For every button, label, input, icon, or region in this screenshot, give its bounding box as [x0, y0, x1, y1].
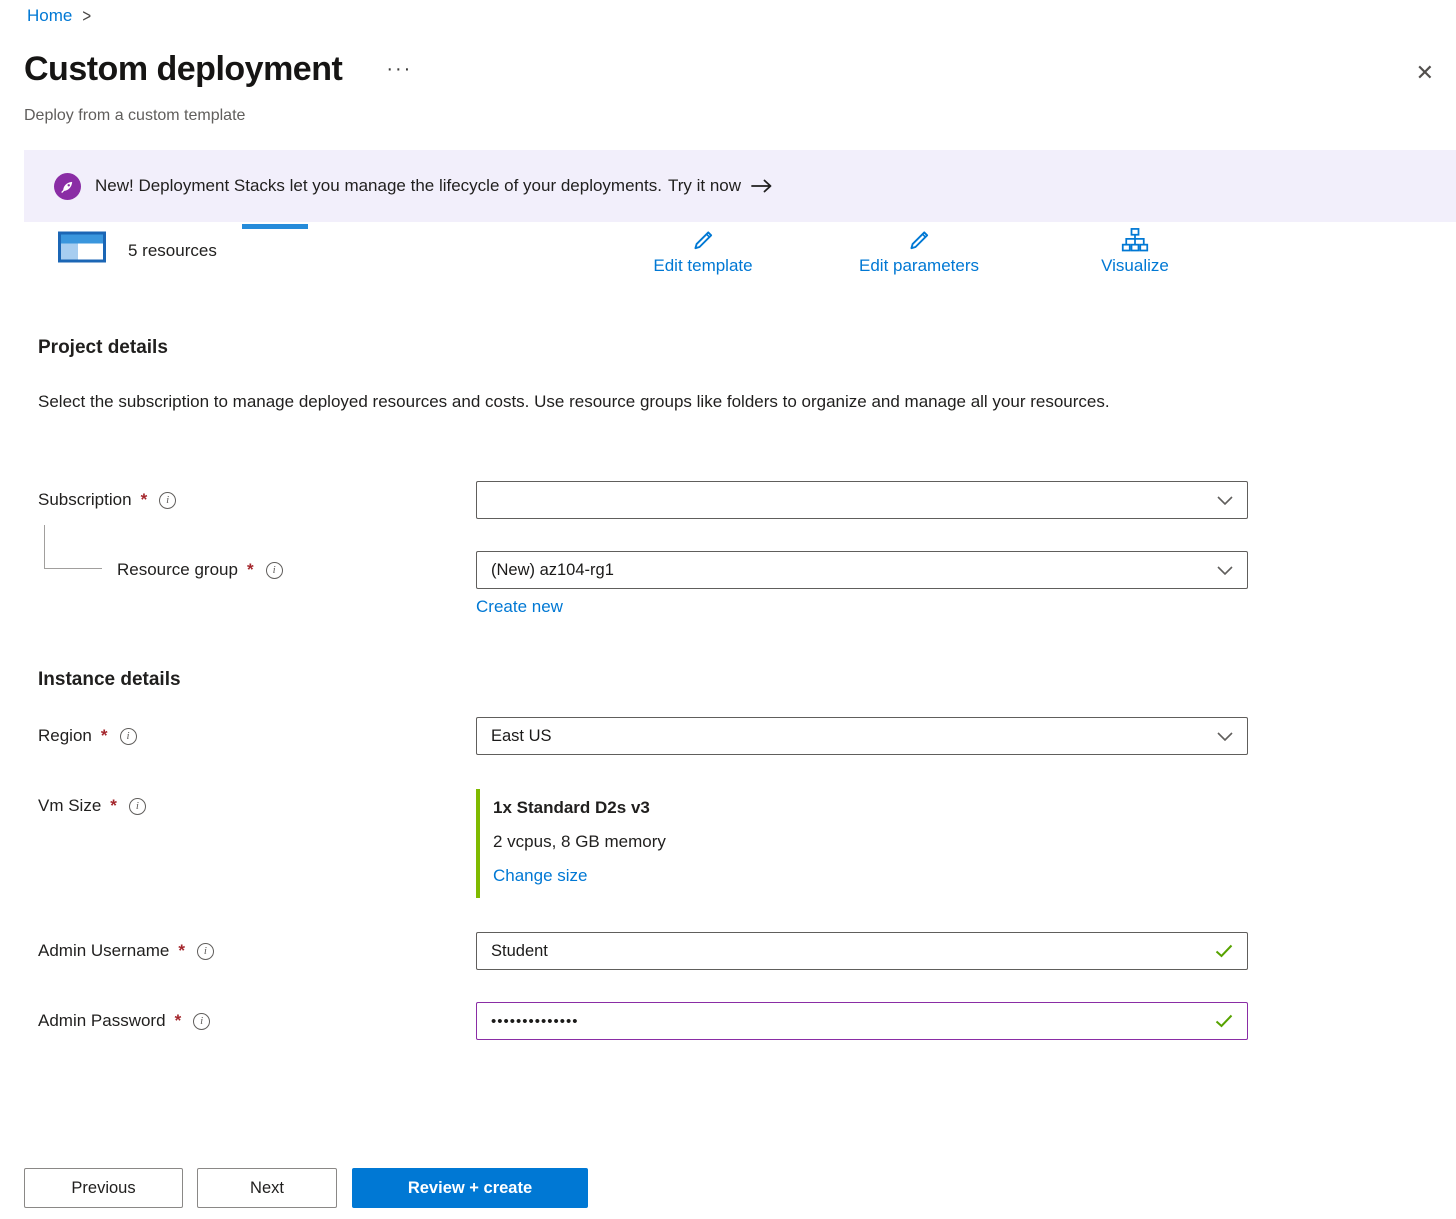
breadcrumb: Home >	[27, 6, 91, 26]
deployment-stacks-banner: New! Deployment Stacks let you manage th…	[24, 150, 1456, 222]
field-connector-line	[44, 525, 102, 569]
info-icon[interactable]: i	[129, 798, 146, 815]
header: Custom deployment ···	[24, 50, 412, 89]
admin-username-label-text: Admin Username	[38, 941, 169, 961]
template-resources-icon	[58, 228, 106, 266]
admin-username-value: Student	[491, 942, 548, 961]
vm-size-label-text: Vm Size	[38, 796, 101, 816]
required-asterisk: *	[101, 726, 108, 746]
edit-parameters-button[interactable]: Edit parameters	[834, 226, 1004, 276]
diagram-icon	[1120, 226, 1150, 254]
chevron-down-icon	[1217, 732, 1233, 741]
previous-button[interactable]: Previous	[24, 1168, 183, 1208]
more-options-button[interactable]: ···	[386, 58, 412, 81]
vm-size-label: Vm Size * i	[38, 796, 146, 816]
admin-username-label: Admin Username * i	[38, 941, 214, 961]
info-icon[interactable]: i	[193, 1013, 210, 1030]
resource-group-value: (New) az104-rg1	[491, 561, 614, 580]
admin-username-input[interactable]: Student	[476, 932, 1248, 970]
pencil-icon	[904, 226, 934, 254]
resource-group-label: Resource group * i	[117, 560, 283, 580]
create-new-link[interactable]: Create new	[476, 597, 563, 617]
vm-size-summary: 1x Standard D2s v3 2 vcpus, 8 GB memory …	[476, 789, 666, 898]
region-label-text: Region	[38, 726, 92, 746]
review-create-button[interactable]: Review + create	[352, 1168, 588, 1208]
page-subtitle: Deploy from a custom template	[24, 107, 245, 125]
resource-group-label-text: Resource group	[117, 560, 238, 580]
custom-deployment-page: Home > Custom deployment ··· ✕ Deploy fr…	[0, 0, 1456, 1219]
project-details-heading: Project details	[38, 337, 168, 359]
arrow-right-icon[interactable]	[751, 179, 773, 193]
subscription-label: Subscription * i	[38, 490, 176, 510]
region-label: Region * i	[38, 726, 137, 746]
admin-password-label: Admin Password * i	[38, 1011, 210, 1031]
change-size-link[interactable]: Change size	[493, 866, 588, 885]
edit-parameters-label: Edit parameters	[859, 256, 979, 276]
visualize-label: Visualize	[1101, 256, 1169, 276]
required-asterisk: *	[178, 941, 185, 961]
breadcrumb-chevron-icon: >	[82, 6, 91, 26]
edit-template-button[interactable]: Edit template	[618, 226, 788, 276]
next-button[interactable]: Next	[197, 1168, 337, 1208]
admin-password-value: ••••••••••••••	[491, 1013, 579, 1030]
vm-size-specs: 2 vcpus, 8 GB memory	[493, 825, 666, 859]
required-asterisk: *	[247, 560, 254, 580]
edit-template-label: Edit template	[653, 256, 752, 276]
close-button[interactable]: ✕	[1416, 62, 1434, 84]
chevron-down-icon	[1217, 566, 1233, 575]
region-value: East US	[491, 727, 552, 746]
admin-password-input[interactable]: ••••••••••••••	[476, 1002, 1248, 1040]
banner-try-it-now-link[interactable]: Try it now	[668, 176, 741, 196]
subscription-label-text: Subscription	[38, 490, 132, 510]
admin-password-label-text: Admin Password	[38, 1011, 166, 1031]
required-asterisk: *	[141, 490, 148, 510]
resources-count-label: 5 resources	[128, 233, 217, 261]
project-details-description: Select the subscription to manage deploy…	[38, 386, 1188, 417]
template-summary: 5 resources	[58, 228, 217, 266]
visualize-button[interactable]: Visualize	[1050, 226, 1220, 276]
resource-group-dropdown[interactable]: (New) az104-rg1	[476, 551, 1248, 589]
page-title: Custom deployment	[24, 50, 342, 89]
breadcrumb-home-link[interactable]: Home	[27, 6, 72, 26]
chevron-down-icon	[1217, 496, 1233, 505]
checkmark-icon	[1215, 944, 1233, 958]
vm-size-value: 1x Standard D2s v3	[493, 791, 666, 825]
info-icon[interactable]: i	[266, 562, 283, 579]
required-asterisk: *	[110, 796, 117, 816]
info-icon[interactable]: i	[197, 943, 214, 960]
checkmark-icon	[1215, 1014, 1233, 1028]
banner-message: New! Deployment Stacks let you manage th…	[95, 176, 662, 196]
region-dropdown[interactable]: East US	[476, 717, 1248, 755]
required-asterisk: *	[175, 1011, 182, 1031]
info-icon[interactable]: i	[159, 492, 176, 509]
info-icon[interactable]: i	[120, 728, 137, 745]
instance-details-heading: Instance details	[38, 669, 181, 691]
rocket-icon	[54, 173, 81, 200]
clipped-text-fragment	[242, 224, 308, 229]
pencil-icon	[688, 226, 718, 254]
subscription-dropdown[interactable]	[476, 481, 1248, 519]
